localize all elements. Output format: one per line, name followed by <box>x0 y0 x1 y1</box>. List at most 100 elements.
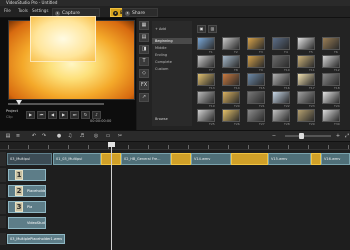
zoom-slider[interactable] <box>285 135 331 137</box>
filter-icon[interactable]: FX <box>139 81 149 90</box>
template-thumbnail[interactable] <box>297 91 315 104</box>
template-thumbnail[interactable] <box>197 73 215 86</box>
auto-music-icon[interactable]: ♬ <box>78 133 86 140</box>
template-thumbnail[interactable] <box>297 37 315 50</box>
category-complete[interactable]: Complete <box>155 60 172 64</box>
template-thumbnail[interactable] <box>297 109 315 122</box>
menu-file[interactable]: File <box>4 8 11 13</box>
media-icon[interactable]: ▦ <box>139 21 149 30</box>
category-middle[interactable]: Middle <box>155 46 167 50</box>
template-thumbnail[interactable] <box>222 109 240 122</box>
category-ending[interactable]: Ending <box>155 53 167 57</box>
timeline-ruler[interactable] <box>0 142 350 150</box>
library-categories <box>152 21 192 126</box>
video-clip[interactable]: V15.wmv <box>268 153 311 165</box>
template-thumbnail[interactable] <box>197 109 215 122</box>
thumbnail-label: T11 <box>309 68 315 72</box>
storyboard-view-icon[interactable]: ▤ <box>4 133 12 140</box>
ruler-tick <box>168 145 169 149</box>
template-thumbnail[interactable] <box>222 55 240 68</box>
timeline-view-icon[interactable]: ≡ <box>14 133 22 140</box>
end-icon[interactable]: ⏭ <box>70 111 79 119</box>
playhead-handle[interactable] <box>108 142 115 147</box>
overlay-clip[interactable]: 1 <box>8 169 46 181</box>
menu-tools[interactable]: Tools <box>18 8 28 13</box>
video-clip[interactable]: V14.wmv <box>191 153 231 165</box>
template-thumbnail[interactable] <box>272 37 290 50</box>
template-thumbnail[interactable] <box>247 109 265 122</box>
overlay-clip[interactable]: VideoStudio <box>8 217 46 229</box>
title-clip[interactable]: 03_MultiplePlaceholder1.wmv <box>7 234 65 244</box>
template-thumbnail[interactable] <box>272 91 290 104</box>
project-mode-label[interactable]: Project <box>6 109 18 113</box>
prev-frame-icon[interactable]: ◀ <box>48 111 57 119</box>
split-icon[interactable]: ✂ <box>116 133 124 140</box>
thumbnail-label: T29 <box>309 122 315 126</box>
template-thumbnail[interactable] <box>272 109 290 122</box>
undo-icon[interactable]: ↶ <box>30 133 38 140</box>
template-thumbnail[interactable] <box>297 73 315 86</box>
folder-icon[interactable]: ▥ <box>208 25 217 33</box>
volume-icon[interactable]: ♪ <box>92 111 101 119</box>
zoom-in-icon[interactable]: + <box>334 133 342 140</box>
template-thumbnail[interactable] <box>222 37 240 50</box>
template-thumbnail[interactable] <box>322 73 340 86</box>
redo-icon[interactable]: ↷ <box>40 133 48 140</box>
template-thumbnail[interactable] <box>297 55 315 68</box>
template-thumbnail[interactable] <box>247 91 265 104</box>
sound-mixer-icon[interactable]: ♫ <box>66 133 74 140</box>
title-icon[interactable]: T <box>139 57 149 66</box>
template-thumbnail[interactable] <box>247 55 265 68</box>
overlay-clip[interactable]: Pla 3 <box>8 201 46 213</box>
video-clip[interactable]: 02_HB_General Fre... <box>121 153 171 165</box>
template-thumbnail[interactable] <box>322 91 340 104</box>
video-clip[interactable]: 03_Multipul <box>7 153 52 165</box>
thumbnail-label: T3 <box>259 50 263 54</box>
fit-project-icon[interactable]: ⤢ <box>343 133 350 140</box>
template-thumbnail[interactable] <box>222 73 240 86</box>
template-thumbnail[interactable] <box>322 37 340 50</box>
browse-button[interactable]: Browse <box>155 117 168 121</box>
add-category-button[interactable]: + Add <box>155 27 166 31</box>
category-beginning[interactable]: Beginning <box>155 39 173 43</box>
template-thumbnail[interactable] <box>247 73 265 86</box>
motion-tracking-icon[interactable]: ◎ <box>92 133 100 140</box>
add-template-icon[interactable]: ▣ <box>197 25 206 33</box>
menu-settings[interactable]: Settings <box>32 8 48 13</box>
play-icon[interactable]: ▶ <box>26 111 35 119</box>
thumbnail-label: T19 <box>209 104 215 108</box>
template-thumbnail[interactable] <box>272 73 290 86</box>
repeat-icon[interactable]: ↻ <box>81 111 90 119</box>
template-thumbnail[interactable] <box>197 37 215 50</box>
transition-icon[interactable]: ◨ <box>139 45 149 54</box>
template-thumbnail[interactable] <box>247 37 265 50</box>
video-clip[interactable]: V16.wmv <box>321 153 350 165</box>
step-share[interactable]: 3 Share <box>122 8 158 17</box>
record-icon[interactable]: ● <box>55 133 63 140</box>
video-clip[interactable] <box>171 153 191 165</box>
thumbnail-label: T8 <box>234 68 238 72</box>
scrub-bar[interactable] <box>8 103 104 105</box>
template-thumbnail[interactable] <box>197 55 215 68</box>
home-icon[interactable]: ⏮ <box>37 111 46 119</box>
subtitle-icon[interactable]: ▭ <box>104 133 112 140</box>
template-thumbnail[interactable] <box>222 91 240 104</box>
template-thumbnail[interactable] <box>197 91 215 104</box>
thumbnail-label: T5 <box>309 50 313 54</box>
scrub-handle[interactable] <box>16 100 22 105</box>
overlay-clip[interactable]: Placeholder 2 <box>8 185 46 197</box>
zoom-slider-knob[interactable] <box>299 133 304 139</box>
video-clip[interactable] <box>311 153 321 165</box>
clip-mode-label[interactable]: Clip <box>6 115 13 119</box>
video-clip[interactable]: 01_03_Multipul <box>53 153 101 165</box>
path-icon[interactable]: ↗ <box>139 93 149 102</box>
zoom-out-icon[interactable]: − <box>270 133 278 140</box>
template-thumbnail[interactable] <box>322 55 340 68</box>
template-thumbnail[interactable] <box>272 55 290 68</box>
video-clip[interactable] <box>231 153 268 165</box>
instant-project-icon[interactable]: ▤ <box>139 33 149 42</box>
next-frame-icon[interactable]: ▶ <box>59 111 68 119</box>
category-custom[interactable]: Custom <box>155 67 168 71</box>
template-thumbnail[interactable] <box>322 109 340 122</box>
graphic-icon[interactable]: ◇ <box>139 69 149 78</box>
